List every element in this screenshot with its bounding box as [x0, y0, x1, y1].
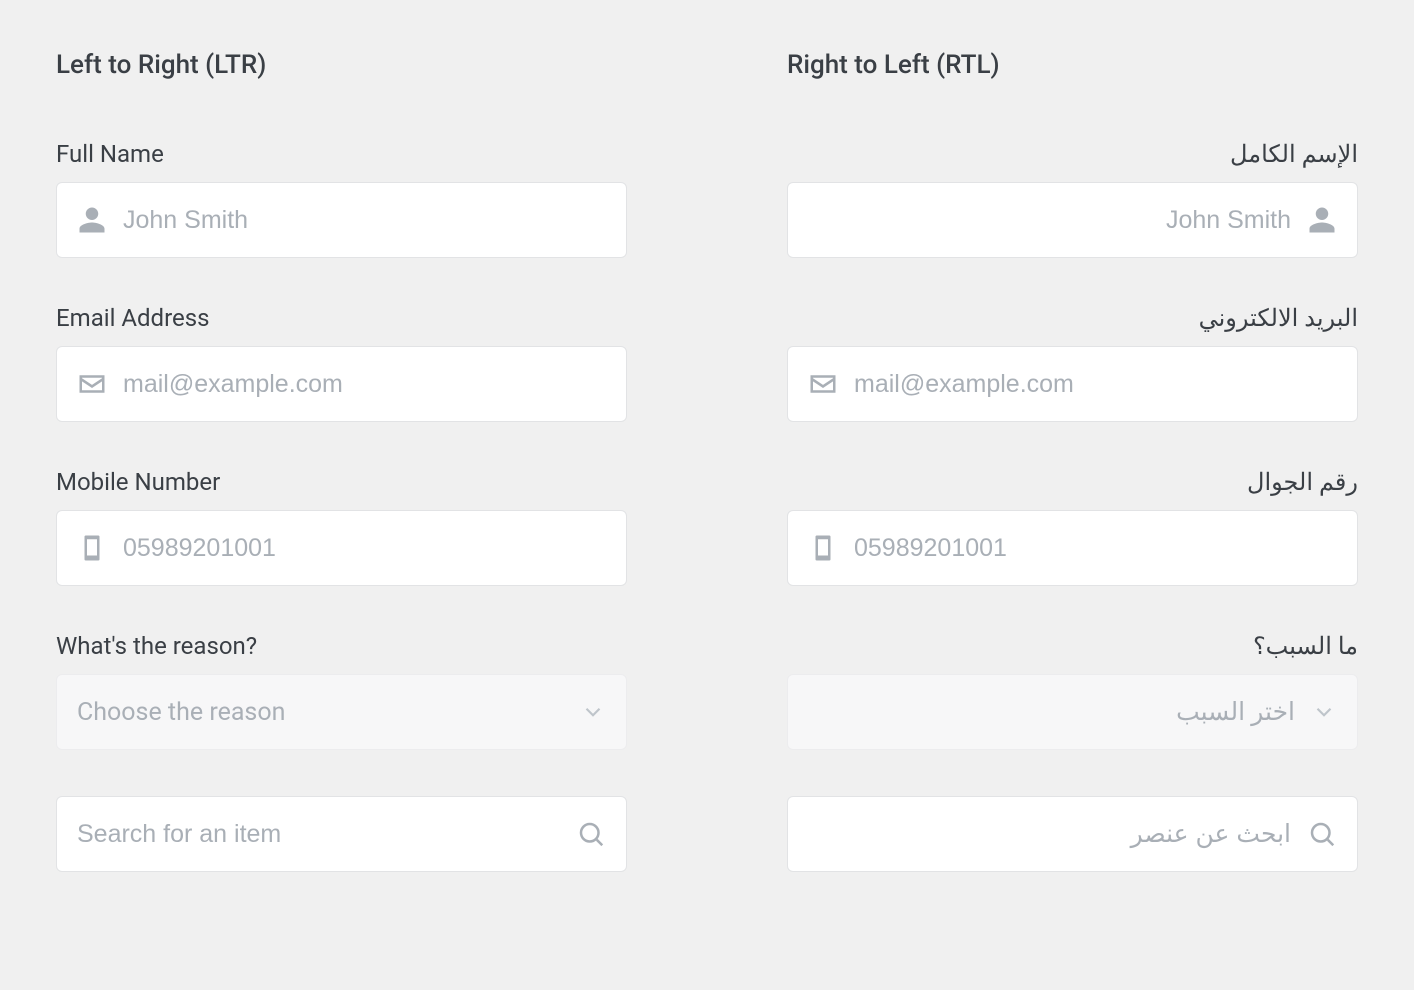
rtl-title: Right to Left (RTL)	[787, 50, 1358, 80]
rtl-search-field	[787, 796, 1358, 872]
email-label: Email Address	[56, 304, 627, 332]
ltr-title: Left to Right (LTR)	[56, 50, 627, 80]
ltr-column: Left to Right (LTR) Full Name Email Addr…	[56, 50, 627, 918]
search-input[interactable]	[77, 797, 560, 871]
reason-select[interactable]: اختر السبب	[787, 674, 1358, 750]
reason-select[interactable]: Choose the reason	[56, 674, 627, 750]
mobile-label: Mobile Number	[56, 468, 627, 496]
email-label: البريد الالكتروني	[787, 304, 1358, 332]
rtl-email-field: البريد الالكتروني	[787, 304, 1358, 422]
reason-label: What's the reason?	[56, 632, 627, 660]
mobile-input[interactable]	[123, 511, 606, 585]
mobile-icon	[808, 533, 838, 563]
rtl-mobile-field: رقم الجوال	[787, 468, 1358, 586]
fullname-input[interactable]	[123, 183, 606, 257]
mobile-input-wrap[interactable]	[56, 510, 627, 586]
search-icon	[576, 819, 606, 849]
ltr-mobile-field: Mobile Number	[56, 468, 627, 586]
mobile-input-wrap[interactable]	[787, 510, 1358, 586]
mobile-input[interactable]	[854, 511, 1337, 585]
rtl-reason-field: ما السبب؟ اختر السبب	[787, 632, 1358, 750]
envelope-icon	[808, 369, 838, 399]
chevron-down-icon	[1311, 699, 1337, 725]
fullname-input-wrap[interactable]	[787, 182, 1358, 258]
rtl-column: Right to Left (RTL) الإسم الكامل البريد …	[787, 50, 1358, 918]
mobile-label: رقم الجوال	[787, 468, 1358, 496]
reason-label: ما السبب؟	[787, 632, 1358, 660]
ltr-reason-field: What's the reason? Choose the reason	[56, 632, 627, 750]
search-icon	[1307, 819, 1337, 849]
fullname-input[interactable]	[808, 183, 1291, 257]
rtl-fullname-field: الإسم الكامل	[787, 140, 1358, 258]
fullname-label: الإسم الكامل	[787, 140, 1358, 168]
search-input[interactable]	[808, 797, 1291, 871]
envelope-icon	[77, 369, 107, 399]
ltr-email-field: Email Address	[56, 304, 627, 422]
email-input[interactable]	[123, 347, 606, 421]
mobile-icon	[77, 533, 107, 563]
user-icon	[1307, 205, 1337, 235]
ltr-search-field	[56, 796, 627, 872]
email-input[interactable]	[854, 347, 1337, 421]
email-input-wrap[interactable]	[787, 346, 1358, 422]
reason-placeholder: اختر السبب	[808, 697, 1295, 727]
search-input-wrap[interactable]	[787, 796, 1358, 872]
chevron-down-icon	[580, 699, 606, 725]
fullname-input-wrap[interactable]	[56, 182, 627, 258]
search-input-wrap[interactable]	[56, 796, 627, 872]
email-input-wrap[interactable]	[56, 346, 627, 422]
user-icon	[77, 205, 107, 235]
fullname-label: Full Name	[56, 140, 627, 168]
reason-placeholder: Choose the reason	[77, 698, 564, 727]
ltr-fullname-field: Full Name	[56, 140, 627, 258]
